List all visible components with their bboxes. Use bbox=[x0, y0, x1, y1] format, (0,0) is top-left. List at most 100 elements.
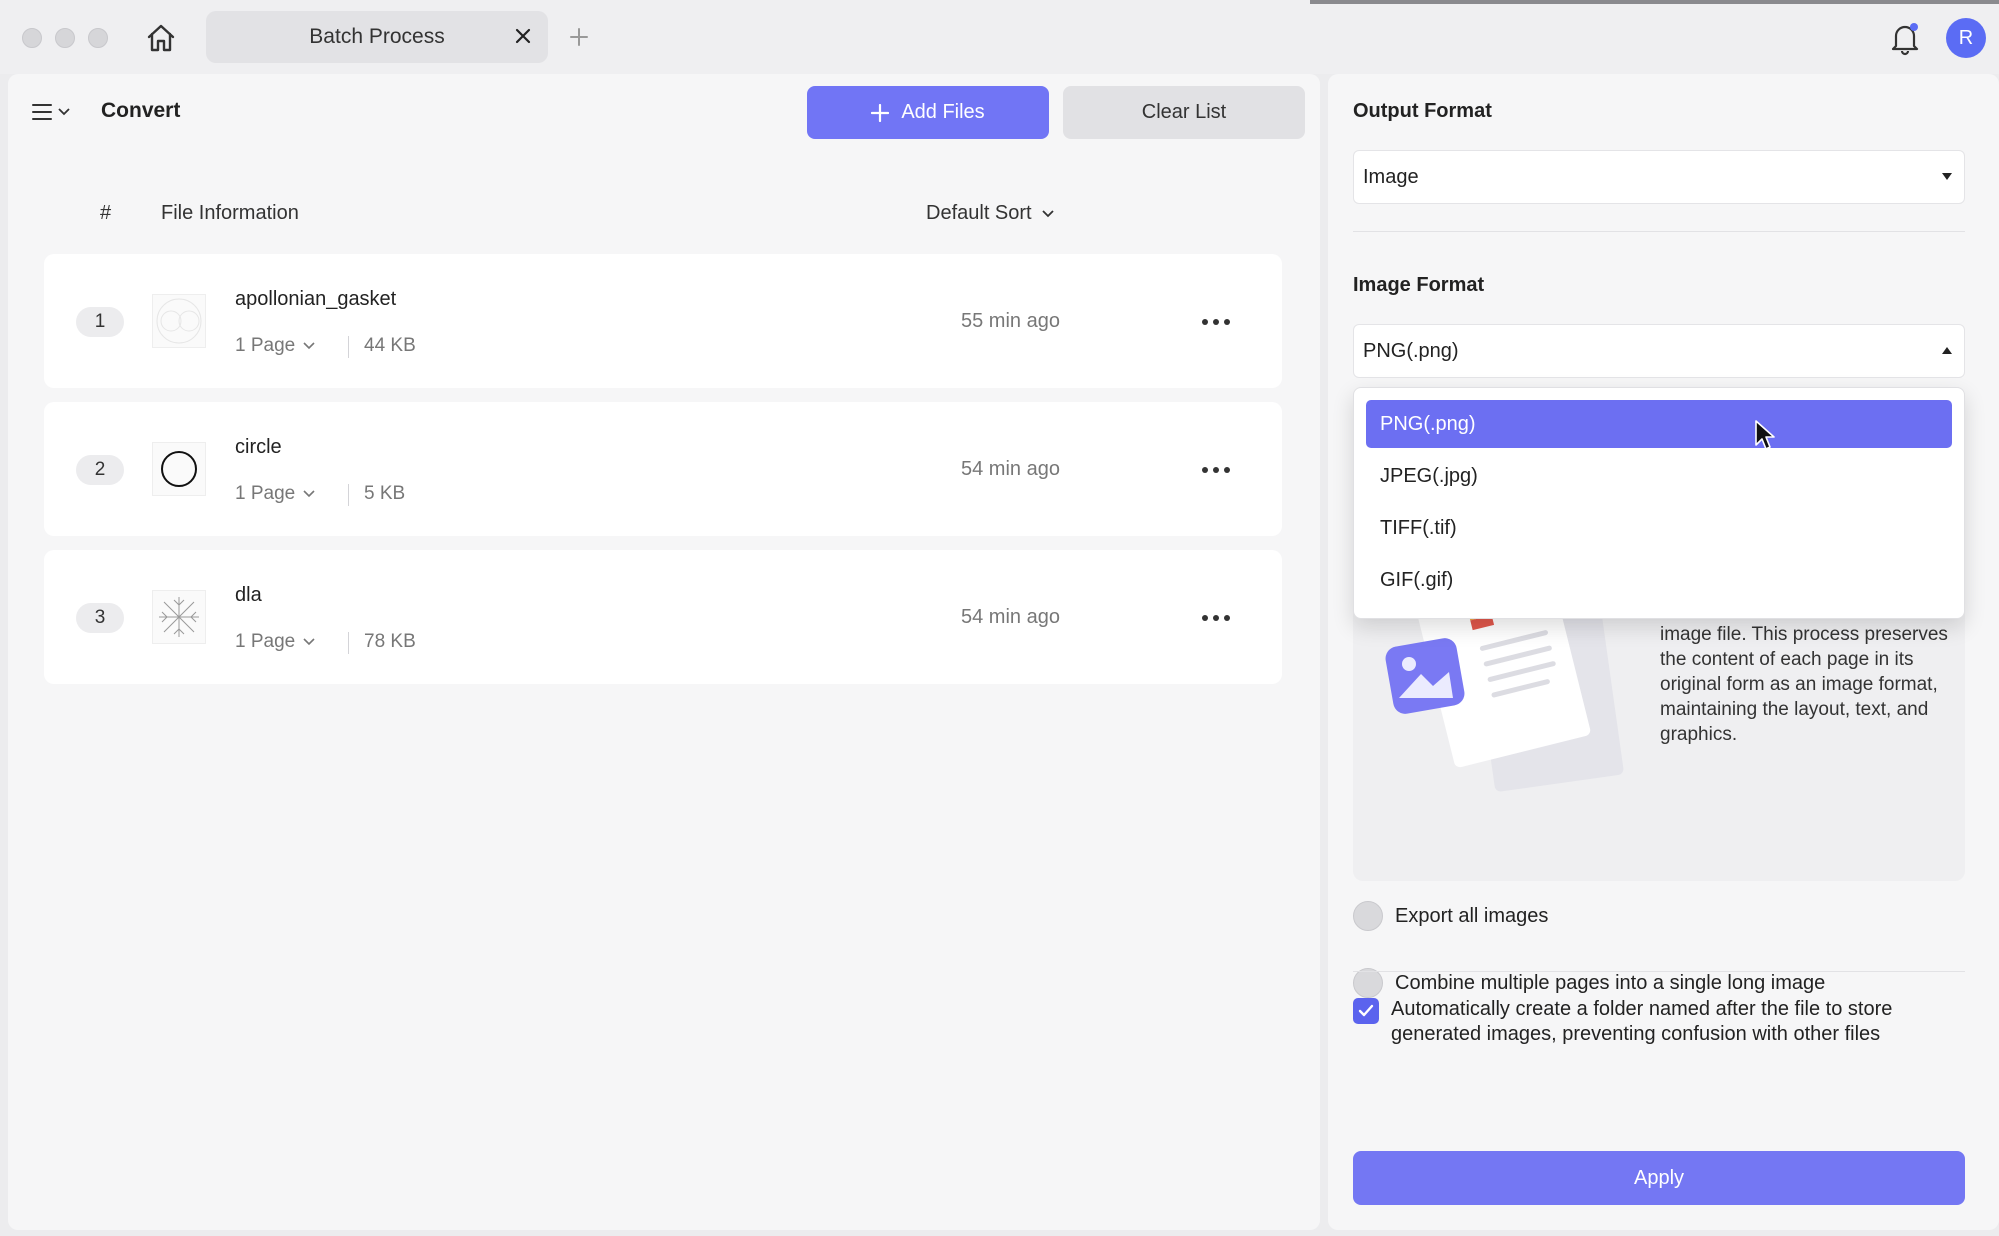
page-count-dropdown[interactable]: 1 Page bbox=[235, 631, 315, 653]
more-icon bbox=[1202, 319, 1208, 325]
image-format-label: Image Format bbox=[1353, 274, 1485, 296]
file-list-panel: Convert Add Files Clear List # File Info… bbox=[8, 74, 1320, 1230]
menu-icon bbox=[32, 104, 52, 120]
divider bbox=[1353, 231, 1965, 232]
image-format-dropdown: PNG(.png) JPEG(.jpg) TIFF(.tif) GIF(.gif… bbox=[1353, 387, 1965, 619]
close-icon bbox=[515, 28, 531, 44]
page-count-dropdown[interactable]: 1 Page bbox=[235, 335, 315, 357]
minimize-window-button[interactable] bbox=[55, 28, 75, 48]
tab-title: Batch Process bbox=[309, 25, 445, 48]
zoom-window-button[interactable] bbox=[88, 28, 108, 48]
page-count-dropdown[interactable]: 1 Page bbox=[235, 483, 315, 505]
close-tab-button[interactable] bbox=[512, 25, 534, 47]
divider-bottom bbox=[1353, 971, 1965, 972]
circle-thumbnail-icon bbox=[161, 451, 197, 487]
dropdown-option-gif[interactable]: GIF(.gif) bbox=[1366, 556, 1952, 604]
file-name: dla bbox=[235, 584, 262, 606]
combine-pages-option[interactable]: Combine multiple pages into a single lon… bbox=[1353, 968, 1825, 998]
chevron-down-icon bbox=[58, 108, 70, 116]
clear-list-button[interactable]: Clear List bbox=[1063, 86, 1305, 139]
image-format-value: PNG(.png) bbox=[1363, 339, 1459, 362]
apply-button[interactable]: Apply bbox=[1353, 1151, 1965, 1205]
row-number: 3 bbox=[76, 603, 124, 633]
more-icon bbox=[1202, 615, 1208, 621]
file-size: 5 KB bbox=[364, 483, 406, 504]
sort-dropdown[interactable]: Default Sort bbox=[926, 202, 1054, 225]
page-count: 1 Page bbox=[235, 335, 296, 356]
output-format-select[interactable]: Image bbox=[1353, 150, 1965, 204]
file-thumbnail bbox=[152, 294, 206, 348]
title-bar: Batch Process R bbox=[0, 0, 1999, 74]
chevron-down-icon bbox=[303, 638, 315, 646]
add-files-button[interactable]: Add Files bbox=[807, 86, 1049, 139]
menu-button[interactable] bbox=[32, 98, 84, 126]
file-timestamp: 54 min ago bbox=[961, 606, 1060, 628]
file-name: apollonian_gasket bbox=[235, 288, 397, 310]
plus-icon bbox=[570, 28, 588, 46]
apollonian-gasket-thumbnail-icon bbox=[156, 298, 202, 344]
info-description: image file. This process preserves the c… bbox=[1660, 624, 1948, 745]
divider bbox=[348, 632, 349, 654]
combine-pages-label: Combine multiple pages into a single lon… bbox=[1395, 971, 1826, 994]
more-options-button[interactable] bbox=[1196, 608, 1236, 628]
table-row[interactable]: 3 dla 1 Page 78 KB 54 min ago bbox=[44, 550, 1282, 684]
table-row[interactable]: 1 apollonian_gasket 1 Page 44 KB 55 min … bbox=[44, 254, 1282, 388]
caret-down-icon bbox=[1942, 173, 1952, 180]
more-options-button[interactable] bbox=[1196, 460, 1236, 480]
divider bbox=[348, 484, 349, 506]
dropdown-option-png[interactable]: PNG(.png) bbox=[1366, 400, 1952, 448]
file-timestamp: 55 min ago bbox=[961, 310, 1060, 332]
file-name: circle bbox=[235, 436, 282, 458]
image-format-select[interactable]: PNG(.png) bbox=[1353, 324, 1965, 378]
dla-thumbnail-icon bbox=[159, 597, 199, 637]
file-size: 44 KB bbox=[364, 335, 416, 356]
column-header-file-info: File Information bbox=[161, 202, 299, 224]
file-thumbnail bbox=[152, 442, 206, 496]
checkmark-icon bbox=[1358, 1004, 1374, 1017]
auto-folder-checkbox[interactable] bbox=[1353, 998, 1379, 1024]
export-all-images-option[interactable]: Export all images bbox=[1353, 901, 1548, 931]
document-image-illustration-icon bbox=[1385, 594, 1624, 792]
home-icon bbox=[147, 24, 175, 52]
output-format-value: Image bbox=[1363, 165, 1419, 188]
mouse-cursor-icon bbox=[1755, 420, 1775, 450]
row-number: 2 bbox=[76, 455, 124, 485]
tab-batch-process[interactable]: Batch Process bbox=[206, 11, 548, 63]
page-count: 1 Page bbox=[235, 483, 296, 504]
auto-folder-label: Automatically create a folder named afte… bbox=[1391, 998, 1893, 1045]
chevron-down-icon bbox=[1041, 209, 1054, 217]
avatar[interactable]: R bbox=[1946, 18, 1986, 58]
sort-label: Default Sort bbox=[926, 202, 1032, 224]
info-card: image file. This process preserves the c… bbox=[1353, 594, 1965, 881]
export-all-label: Export all images bbox=[1395, 904, 1549, 927]
row-number: 1 bbox=[76, 307, 124, 337]
settings-panel: Output Format Image Image Format PNG(.pn… bbox=[1328, 74, 1999, 1230]
background-strip bbox=[1310, 0, 1999, 4]
dropdown-option-jpeg[interactable]: JPEG(.jpg) bbox=[1366, 452, 1952, 500]
export-all-radio[interactable] bbox=[1353, 901, 1383, 931]
chevron-down-icon bbox=[303, 490, 315, 498]
home-button[interactable] bbox=[142, 20, 180, 56]
plus-icon bbox=[871, 103, 890, 122]
page-count: 1 Page bbox=[235, 631, 296, 652]
auto-folder-option[interactable]: Automatically create a folder named afte… bbox=[1353, 997, 1965, 1047]
caret-up-icon bbox=[1942, 347, 1952, 354]
combine-pages-radio[interactable] bbox=[1353, 968, 1383, 998]
bell-icon bbox=[1891, 23, 1919, 56]
dropdown-option-tiff[interactable]: TIFF(.tif) bbox=[1366, 504, 1952, 552]
add-files-label: Add Files bbox=[901, 101, 985, 123]
file-timestamp: 54 min ago bbox=[961, 458, 1060, 480]
more-icon bbox=[1202, 467, 1208, 473]
divider bbox=[348, 336, 349, 358]
page-title: Convert bbox=[101, 99, 181, 122]
new-tab-button[interactable] bbox=[566, 24, 592, 50]
column-header-number: # bbox=[100, 202, 112, 224]
close-window-button[interactable] bbox=[22, 28, 42, 48]
chevron-down-icon bbox=[303, 342, 315, 350]
notifications-button[interactable] bbox=[1888, 20, 1922, 56]
output-format-label: Output Format bbox=[1353, 100, 1492, 122]
more-options-button[interactable] bbox=[1196, 312, 1236, 332]
table-row[interactable]: 2 circle 1 Page 5 KB 54 min ago bbox=[44, 402, 1282, 536]
file-thumbnail bbox=[152, 590, 206, 644]
file-size: 78 KB bbox=[364, 631, 416, 652]
